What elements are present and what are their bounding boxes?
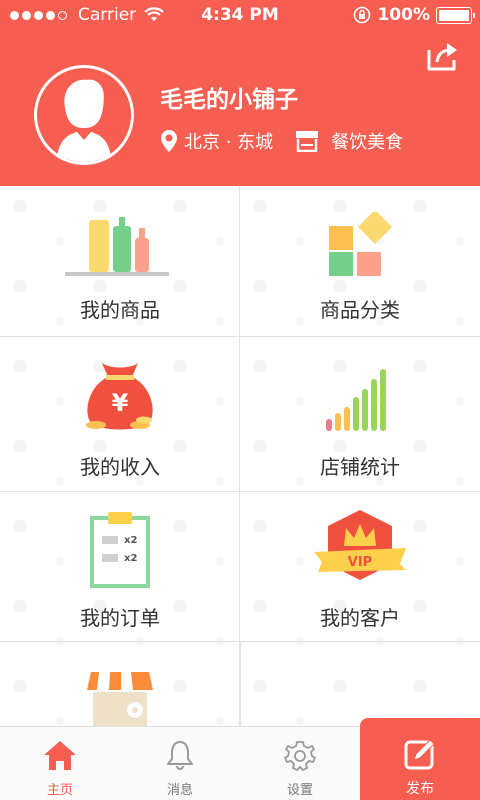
tab-label: 主页 (46, 783, 73, 798)
vip-crown-icon: VIP (314, 510, 406, 580)
home-icon (44, 741, 76, 770)
grid-item-store[interactable] (0, 642, 240, 726)
bar-chart-icon (326, 369, 386, 431)
gear-icon (284, 741, 316, 771)
grid-item-product-category[interactable]: 商品分类 (240, 186, 480, 337)
status-bar: Carrier 4:34 PM 100% (0, 0, 480, 32)
grid-item-label: 我的收入 (80, 455, 160, 479)
tab-label: 消息 (166, 783, 193, 798)
category-label: 餐饮美食 (331, 132, 404, 153)
grid-item-label: 商品分类 (320, 298, 400, 322)
store-icon (296, 131, 319, 152)
bell-icon (167, 741, 193, 770)
grid-item-label: 店铺统计 (320, 455, 400, 479)
tab-settings[interactable]: 设置 (240, 727, 360, 800)
grid-item-my-products[interactable]: 我的商品 (0, 186, 240, 337)
vip-label: VIP (348, 555, 372, 570)
battery-icon (436, 6, 475, 24)
tab-label: 发布 (406, 781, 434, 797)
grid-item-my-orders[interactable]: x2 x2 我的订单 (0, 492, 240, 642)
grid-item-my-income[interactable]: ¥ 我的收入 (0, 337, 240, 492)
storefront-icon (87, 672, 153, 726)
order-clipboard-icon: x2 x2 (90, 512, 150, 588)
category-icon (329, 212, 392, 276)
tab-home[interactable]: 主页 (0, 727, 120, 800)
feature-grid: 我的商品 商品分类 ¥ 我的收入 店铺统计 x2 x2 我的订单 VIP 我的客… (0, 186, 480, 726)
location-pin-icon (161, 130, 177, 152)
money-bag-icon: ¥ (86, 363, 153, 430)
tab-publish[interactable]: 发布 (360, 718, 480, 800)
grid-item-label: 我的订单 (80, 606, 160, 630)
user-silhouette-icon (57, 79, 111, 162)
products-icon (65, 217, 169, 276)
share-icon[interactable] (426, 40, 460, 72)
grid-item-store-stats[interactable]: 店铺统计 (240, 337, 480, 492)
shop-meta: 北京 · 东城 餐饮美食 (160, 128, 403, 154)
orientation-lock-icon (354, 6, 371, 24)
edit-icon (404, 739, 435, 770)
location-label: 北京 · 东城 (184, 132, 274, 153)
grid-item-empty (240, 642, 480, 726)
grid-item-my-customers[interactable]: VIP 我的客户 (240, 492, 480, 642)
grid-item-label: 我的客户 (320, 606, 400, 630)
avatar[interactable] (34, 65, 134, 165)
header: Carrier 4:34 PM 100% 毛毛的小铺子 北京 · 东城 餐饮美食 (0, 0, 480, 186)
svg-text:¥: ¥ (112, 389, 129, 417)
tab-messages[interactable]: 消息 (120, 727, 240, 800)
grid-item-label: 我的商品 (80, 298, 160, 322)
shop-name: 毛毛的小铺子 (160, 87, 298, 113)
battery-percent: 100% (377, 5, 430, 25)
order-badge: x2 (124, 535, 137, 546)
order-badge: x2 (124, 553, 137, 564)
tab-label: 设置 (286, 783, 313, 798)
